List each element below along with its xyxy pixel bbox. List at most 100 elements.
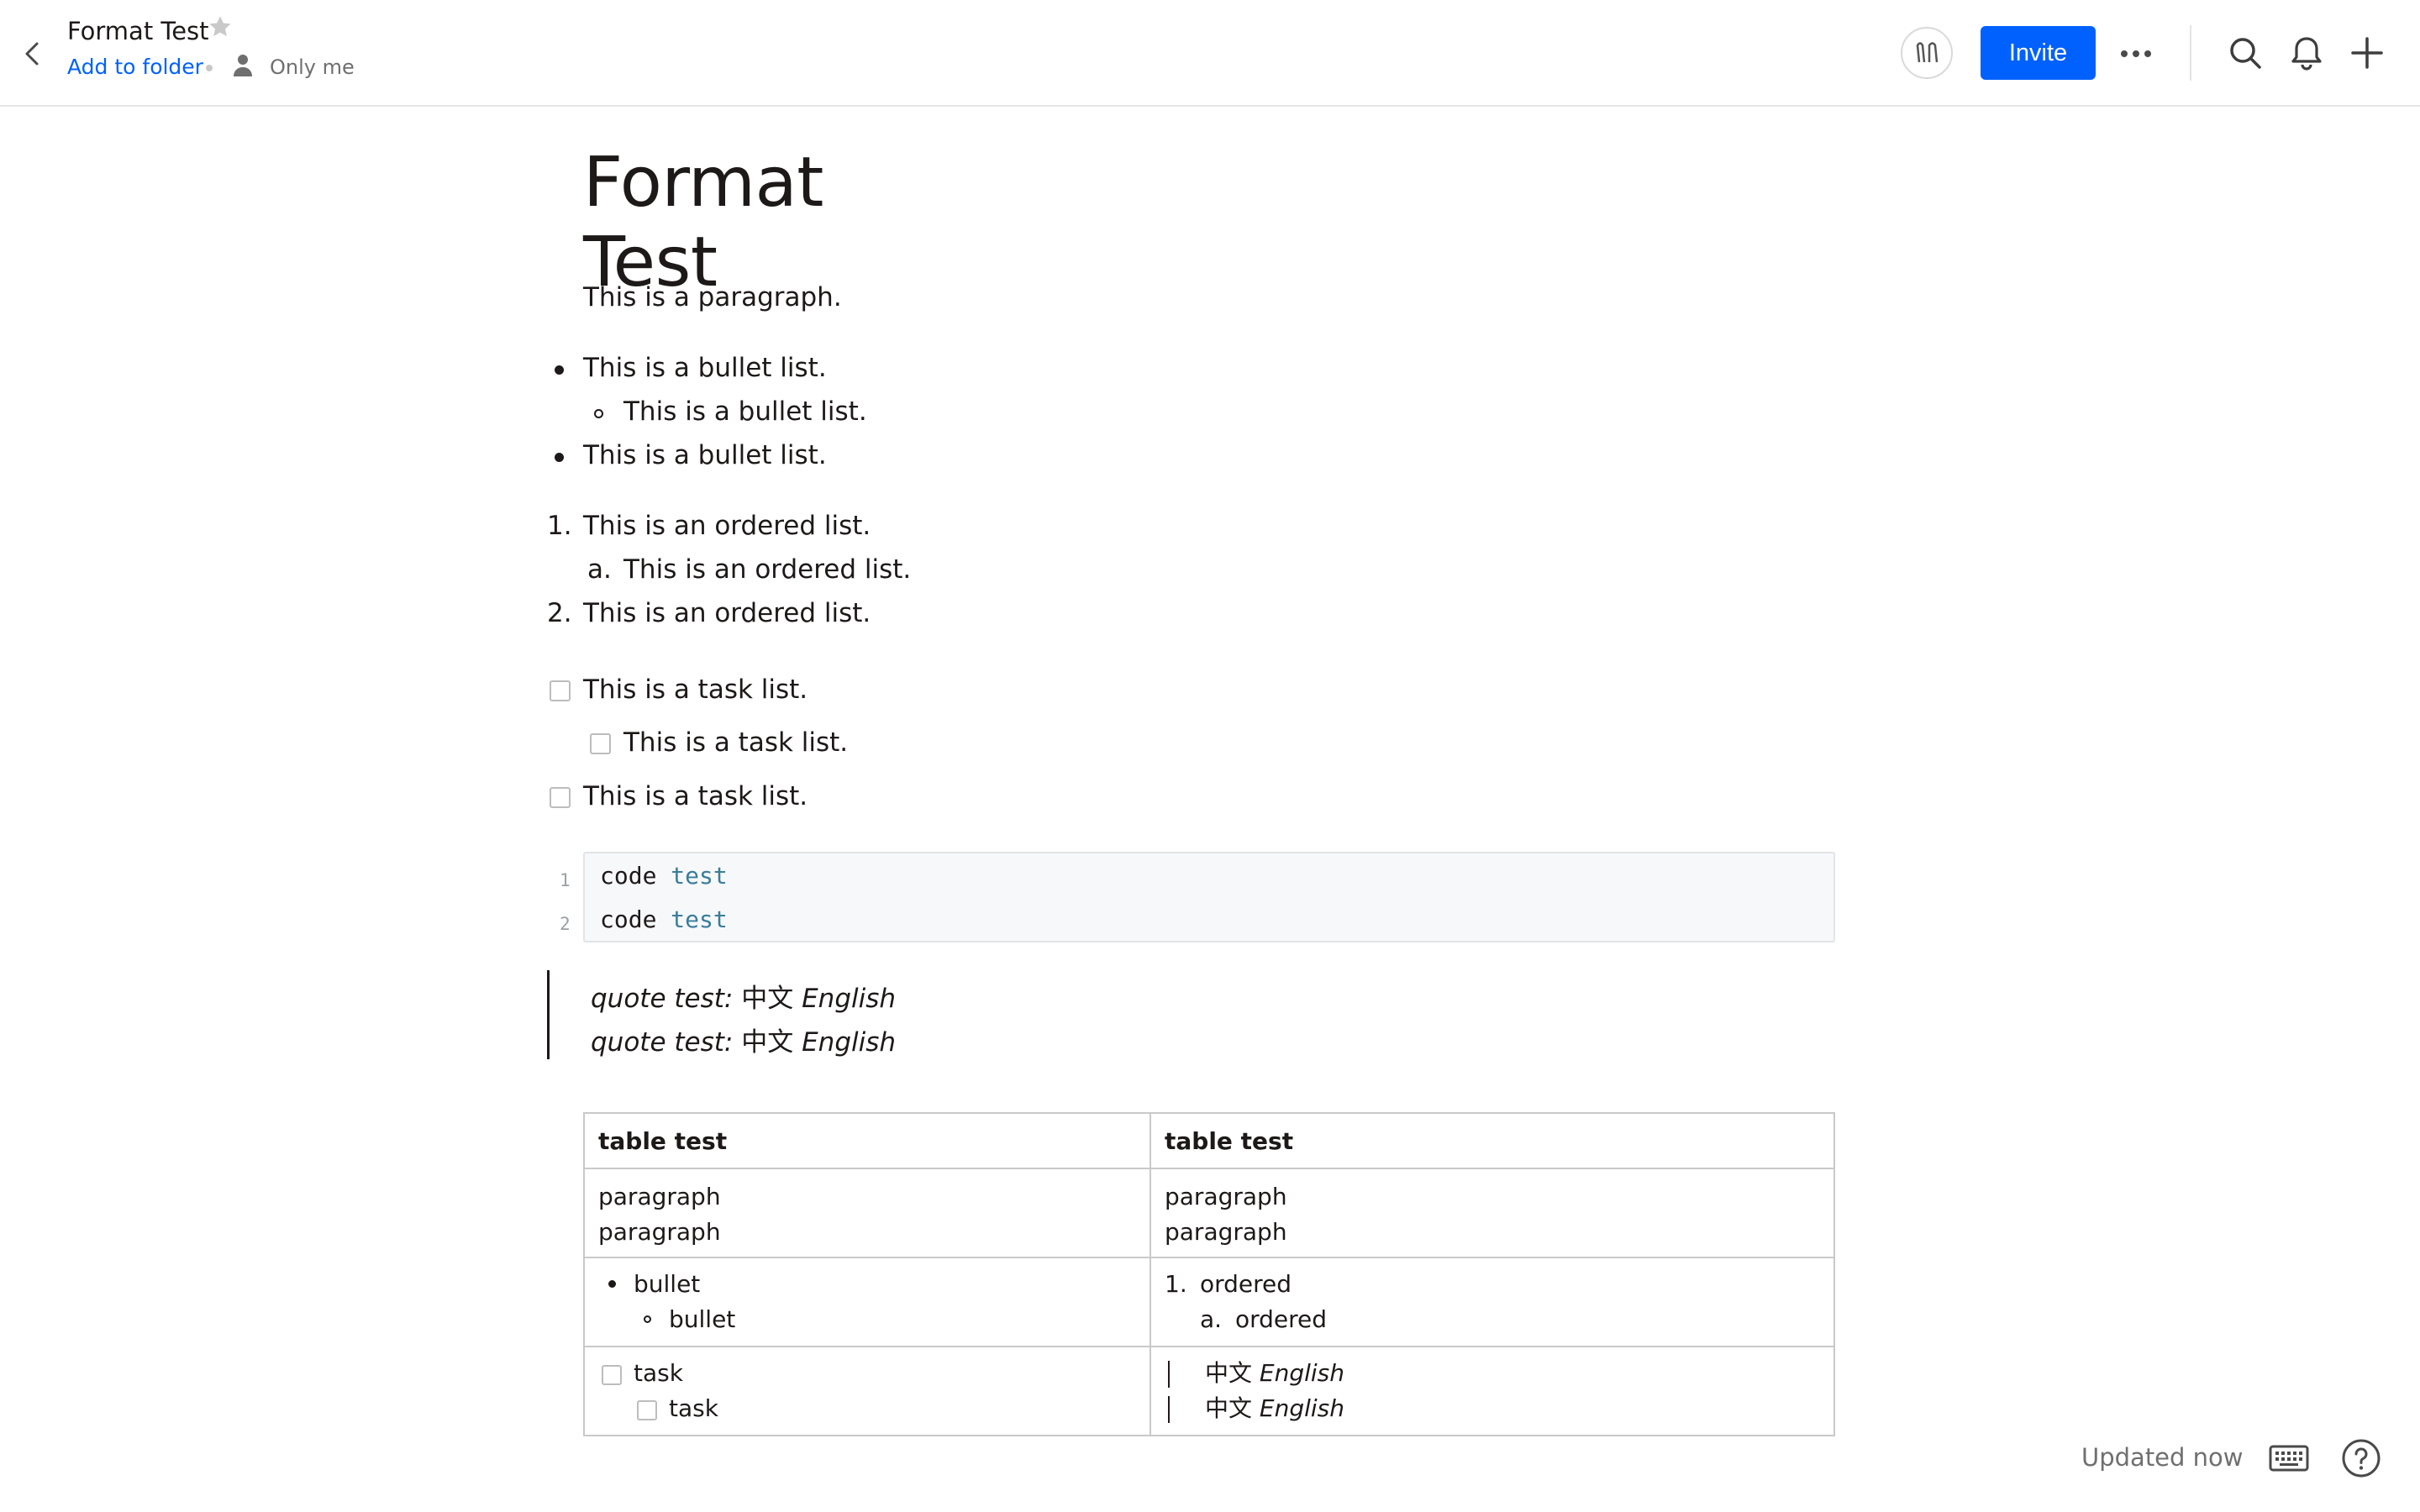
bullet-item[interactable]: This is a bullet list. [583, 440, 827, 470]
content-table[interactable]: table test table test paragraph paragrap… [583, 1112, 1835, 1436]
code-line-number: 2 [560, 914, 571, 934]
cell-paragraph: paragraph [1165, 1183, 1287, 1210]
quote-line[interactable]: quote test: 中文 English [591, 1021, 896, 1058]
bullet-marker [555, 453, 564, 462]
code-keyword: test [671, 906, 728, 933]
quote-english: English [1259, 1394, 1345, 1422]
task-checkbox[interactable] [550, 680, 571, 701]
quote-label: quote test: [591, 984, 734, 1014]
code-text: code [600, 862, 671, 890]
table-cell[interactable]: paragraph paragraph [1150, 1168, 1835, 1258]
sharing-status[interactable]: Only me [270, 55, 355, 79]
quote-cjk: 中文 [1205, 1394, 1260, 1422]
table-header-text: table test [1165, 1126, 1294, 1155]
paragraph[interactable]: This is a paragraph. [583, 282, 842, 312]
ordered-item-nested[interactable]: This is an ordered list. [623, 554, 911, 585]
table-cell[interactable]: 中文 English 中文 English [1150, 1346, 1835, 1436]
cell-paragraph: paragraph [598, 1183, 721, 1210]
ordered-item[interactable]: This is an ordered list. [583, 598, 871, 628]
cell-bullet-text: bullet [634, 1270, 701, 1298]
cell-paragraph: paragraph [1165, 1218, 1287, 1246]
more-icon[interactable] [2118, 39, 2154, 68]
document-heading[interactable]: Format Test [583, 143, 823, 302]
quote-cjk: 中文 [733, 1027, 802, 1058]
code-line-number: 1 [560, 870, 571, 890]
cell-task-text: task [669, 1394, 718, 1422]
ordered-marker: 1. [1165, 1270, 1187, 1298]
table-header-cell[interactable]: table test [1150, 1112, 1835, 1169]
bullet-item-nested[interactable]: This is a bullet list. [623, 396, 867, 427]
task-checkbox[interactable] [602, 1365, 622, 1385]
ordered-marker: a. [1200, 1305, 1223, 1333]
quote-cjk: 中文 [1205, 1359, 1260, 1387]
updated-status: Updated now [2081, 1443, 2244, 1472]
table-cell[interactable]: paragraph paragraph [583, 1168, 1151, 1258]
keyboard-icon[interactable] [2269, 1443, 2309, 1473]
table-cell[interactable]: task task [583, 1346, 1151, 1436]
search-icon[interactable] [2226, 34, 2265, 72]
quote-english: English [802, 984, 897, 1014]
cell-task-item-nested: task [598, 1391, 1136, 1426]
avatar[interactable] [1901, 27, 1953, 79]
table-cell[interactable]: 1. ordered a. ordered [1150, 1257, 1835, 1347]
task-item[interactable]: This is a task list. [583, 781, 808, 811]
quote-english: English [1259, 1359, 1345, 1387]
table-header-text: table test [598, 1126, 728, 1155]
cell-task-item: task [598, 1356, 1136, 1391]
bullet-marker-nested [644, 1315, 651, 1323]
cell-quote-line: 中文 English [1165, 1356, 1820, 1391]
table-header-row: table test table test [583, 1112, 1835, 1169]
code-block[interactable]: code test code test [583, 852, 1835, 942]
cell-bullet-item: bullet [598, 1267, 1136, 1302]
cell-ordered-text: ordered [1235, 1305, 1328, 1333]
plus-icon[interactable] [2348, 34, 2386, 72]
task-checkbox[interactable] [637, 1400, 657, 1420]
task-checkbox-nested[interactable] [590, 733, 611, 754]
invite-button[interactable]: Invite [1981, 26, 2096, 80]
cell-quote-line: 中文 English [1165, 1391, 1820, 1426]
task-item-nested[interactable]: This is a task list. [623, 727, 848, 758]
quote-english: English [802, 1027, 897, 1058]
star-icon[interactable] [207, 13, 234, 40]
table-cell[interactable]: bullet bullet [583, 1257, 1151, 1347]
toolbar-divider [2190, 25, 2191, 81]
back-icon[interactable] [18, 37, 47, 71]
task-item[interactable]: This is a task list. [583, 675, 808, 705]
add-to-folder-link[interactable]: Add to folder [67, 55, 203, 79]
quote-bar [1168, 1396, 1170, 1423]
help-icon[interactable] [2341, 1438, 2381, 1478]
top-bar: Format Test Add to folder Only me Invite [0, 0, 2420, 107]
code-keyword: test [671, 862, 728, 890]
cell-task-text: task [634, 1359, 683, 1387]
separator-dot [206, 65, 213, 71]
ordered-marker: 1. [547, 511, 572, 541]
code-line[interactable]: code test [600, 906, 728, 933]
cell-ordered-text: ordered [1200, 1270, 1292, 1298]
cell-bullet-text: bullet [669, 1305, 736, 1333]
bullet-marker [555, 365, 564, 375]
table-row: task task 中文 English 中文 English [583, 1346, 1835, 1436]
cell-ordered-item-nested: a. ordered [1165, 1302, 1820, 1337]
table-row: bullet bullet 1. ordered a. ordered [583, 1257, 1835, 1347]
quote-bar [1168, 1361, 1170, 1388]
code-text: code [600, 906, 671, 933]
quote-line[interactable]: quote test: 中文 English [591, 977, 896, 1015]
table-row: paragraph paragraph paragraph paragraph [583, 1168, 1835, 1258]
quote-cjk: 中文 [733, 984, 802, 1014]
bullet-item[interactable]: This is a bullet list. [583, 353, 827, 383]
bullet-marker [608, 1280, 616, 1288]
bell-icon[interactable] [2287, 34, 2326, 72]
ordered-item[interactable]: This is an ordered list. [583, 511, 871, 541]
table-header-cell[interactable]: table test [583, 1112, 1151, 1169]
quote-label: quote test: [591, 1027, 734, 1058]
quote-bar [547, 970, 550, 1059]
cell-paragraph: paragraph [598, 1218, 721, 1246]
person-icon [234, 55, 252, 76]
ordered-marker: 2. [547, 598, 572, 628]
code-line[interactable]: code test [600, 862, 728, 890]
doc-title[interactable]: Format Test [67, 17, 209, 45]
cell-bullet-item-nested: bullet [598, 1302, 1136, 1337]
bullet-marker-nested [594, 409, 603, 418]
cell-ordered-item: 1. ordered [1165, 1267, 1820, 1302]
task-checkbox[interactable] [550, 787, 571, 808]
